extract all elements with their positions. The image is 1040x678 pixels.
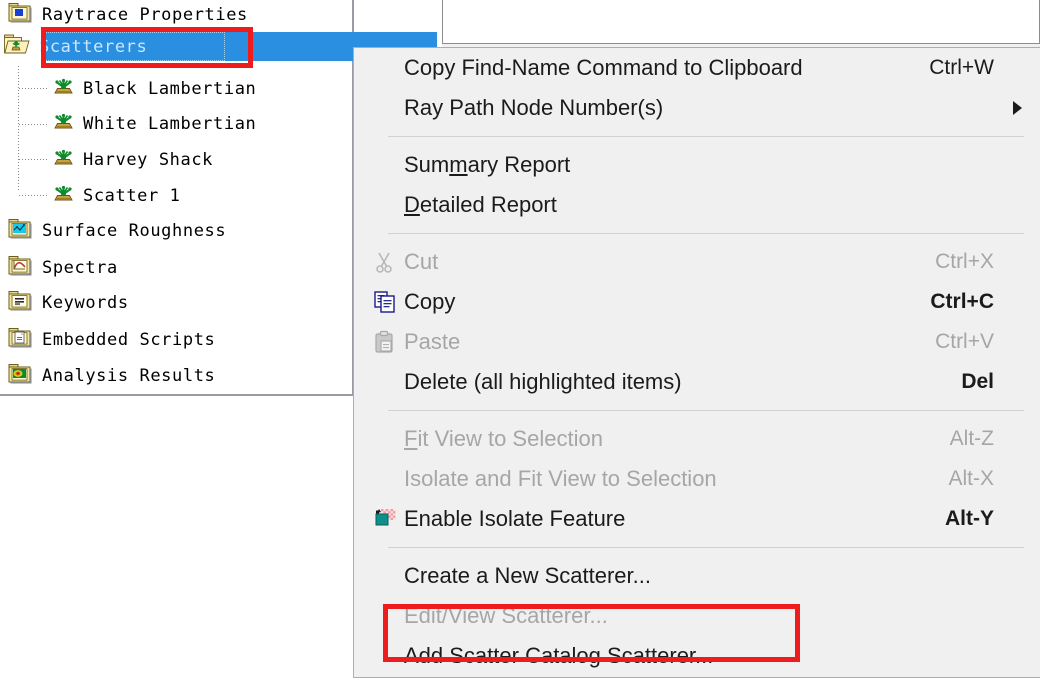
- menu-item-label: Detailed Report: [404, 192, 557, 217]
- menu-item-create-a-new-scatterer[interactable]: Create a New Scatterer...: [354, 556, 1040, 596]
- menu-item-label: Cut: [404, 249, 439, 274]
- isolate-icon: [374, 507, 400, 531]
- menu-item-label: Fit View to Selection: [404, 426, 603, 451]
- menu-item-copy-find-name-command-to-clipboard[interactable]: Copy Find-Name Command to Clipboard Ctrl+…: [354, 48, 1040, 88]
- menu-item-label: Copy: [404, 289, 456, 314]
- menu-item-label: Copy Find-Name Command to Clipboard: [404, 55, 803, 80]
- menu-item-shortcut: Ctrl+C: [930, 290, 994, 313]
- context-menu-items: Copy Find-Name Command to Clipboard Ctrl+…: [354, 48, 1040, 678]
- menu-item-label: Isolate and Fit View to Selection: [404, 466, 717, 491]
- tree-item-label: Harvey Shack: [83, 149, 214, 170]
- menu-item-shortcut: Alt-Z: [949, 427, 994, 450]
- menu-item-shortcut: Ctrl+V: [935, 330, 994, 353]
- tree-item-raytrace-properties[interactable]: Raytrace Properties: [8, 0, 248, 29]
- menu-item-label: Paste: [404, 329, 461, 354]
- folder-lines-icon: [8, 290, 33, 316]
- folder-chart-icon: [8, 218, 33, 244]
- menu-item-ray-path-node-number-s[interactable]: Ray Path Node Number(s): [354, 88, 1040, 128]
- folder-doc-icon: [8, 327, 33, 353]
- folder-colormap-icon: [8, 363, 33, 389]
- tree-item-label: Keywords: [42, 292, 129, 313]
- cut-icon: [374, 250, 400, 274]
- menu-item-label: Enable Isolate Feature: [404, 506, 626, 531]
- tree-item-keywords[interactable]: Keywords: [8, 288, 129, 317]
- menu-item-detailed-report[interactable]: Detailed Report: [354, 185, 1040, 225]
- right-background-panel: [442, 0, 1040, 44]
- tree-item-black-lambertian[interactable]: Black Lambertian: [52, 74, 256, 103]
- tree-item-label: Scatter 1: [83, 185, 181, 206]
- tree-item-harvey-shack[interactable]: Harvey Shack: [52, 145, 213, 174]
- menu-item-label: Summary Report: [404, 152, 571, 177]
- menu-item-cut: Cut Ctrl+X: [354, 242, 1040, 282]
- tree-item-analysis-results[interactable]: Analysis Results: [8, 361, 215, 390]
- tree-guide-line: [19, 124, 47, 125]
- tree-item-embedded-scripts[interactable]: Embedded Scripts: [8, 325, 215, 354]
- tree-item-label: Raytrace Properties: [42, 4, 248, 25]
- menu-separator: [388, 136, 1024, 137]
- annotation-scatterers-highlight: [41, 27, 253, 68]
- menu-item-enable-isolate-feature[interactable]: Enable Isolate Feature Alt-Y: [354, 499, 1040, 539]
- tree-item-surface-roughness[interactable]: Surface Roughness: [8, 216, 226, 245]
- menu-item-label: Delete (all highlighted items): [404, 369, 682, 394]
- menu-item-summary-report[interactable]: Summary Report: [354, 145, 1040, 185]
- annotation-add-catalog-highlight: [383, 604, 800, 662]
- tree-guide-line: [19, 195, 47, 196]
- menu-item-fit-view-to-selection: Fit View to Selection Alt-Z: [354, 419, 1040, 459]
- menu-item-paste: Paste Ctrl+V: [354, 322, 1040, 362]
- tree-guide-line: [18, 66, 19, 191]
- menu-item-copy[interactable]: Copy Ctrl+C: [354, 282, 1040, 322]
- menu-item-shortcut: Ctrl+W: [929, 56, 994, 79]
- scatter-icon: [52, 148, 74, 171]
- menu-item-shortcut: Alt-X: [948, 467, 994, 490]
- tree-item-label: White Lambertian: [83, 113, 257, 134]
- menu-item-delete-all-highlighted-items[interactable]: Delete (all highlighted items) Del: [354, 362, 1040, 402]
- tree-guide-line: [19, 88, 47, 89]
- tree-item-label: Analysis Results: [42, 365, 216, 386]
- context-menu: Copy Find-Name Command to Clipboard Ctrl+…: [353, 47, 1040, 678]
- tree-item-label: Embedded Scripts: [42, 329, 216, 350]
- folder-curve-icon: [8, 255, 33, 281]
- folder-open-scatter-icon: [4, 34, 30, 60]
- tree-item-white-lambertian[interactable]: White Lambertian: [52, 109, 256, 138]
- tree-item-scatter-1[interactable]: Scatter 1: [52, 181, 181, 210]
- folder-blue-icon: [8, 2, 33, 28]
- menu-item-shortcut: Del: [961, 370, 994, 393]
- tree-item-spectra[interactable]: Spectra: [8, 253, 118, 282]
- screenshot-root: Raytrace Properties Scatterers Black Lambe…: [0, 0, 1040, 678]
- paste-icon: [374, 330, 400, 354]
- menu-item-shortcut: Alt-Y: [945, 507, 994, 530]
- tree-guide-line: [19, 159, 47, 160]
- submenu-arrow-icon: [1013, 101, 1022, 115]
- tree-item-label: Spectra: [42, 257, 118, 278]
- menu-item-shortcut: Ctrl+X: [935, 250, 994, 273]
- scatter-icon: [52, 112, 74, 135]
- scatter-icon: [52, 184, 74, 207]
- menu-item-label: Ray Path Node Number(s): [404, 95, 664, 120]
- menu-separator: [388, 410, 1024, 411]
- scatter-icon: [52, 77, 74, 100]
- menu-item-isolate-and-fit-view-to-selection: Isolate and Fit View to Selection Alt-X: [354, 459, 1040, 499]
- copy-icon: [374, 290, 400, 314]
- menu-item-label: Create a New Scatterer...: [404, 563, 651, 588]
- menu-separator: [388, 233, 1024, 234]
- tree-item-label: Surface Roughness: [42, 220, 227, 241]
- menu-separator: [388, 547, 1024, 548]
- tree-item-label: Black Lambertian: [83, 78, 257, 99]
